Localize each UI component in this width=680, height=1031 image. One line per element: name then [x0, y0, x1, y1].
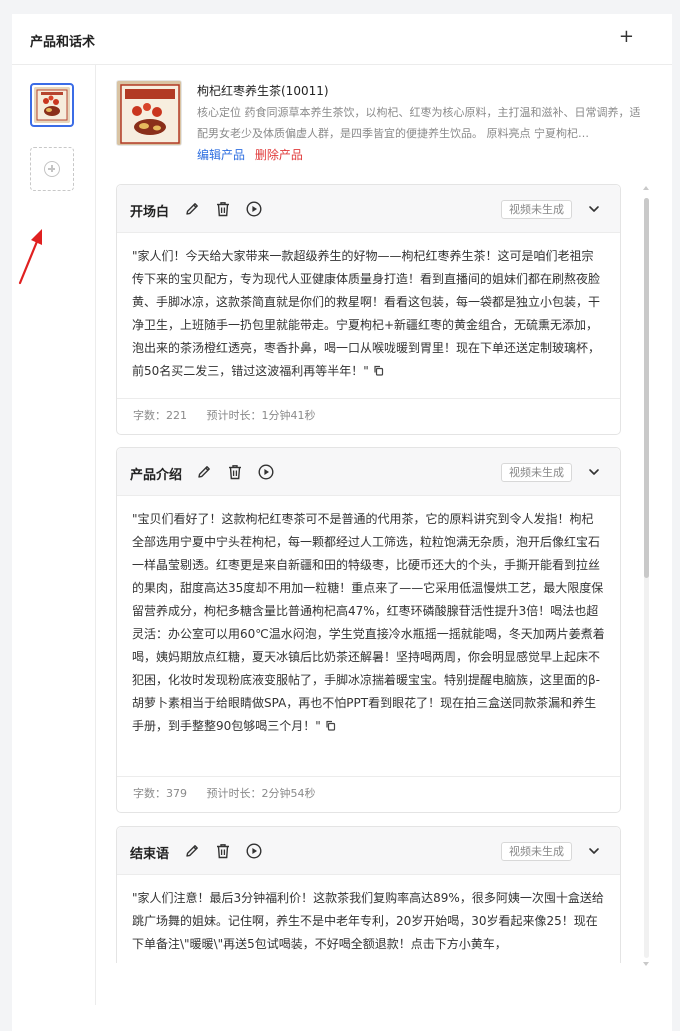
estimated-duration: 预计时长：1分钟41秒	[206, 409, 316, 422]
video-status-badge: 视频未生成	[501, 463, 572, 482]
product-actions: 编辑产品 删除产品	[197, 146, 303, 163]
delete-trash-icon[interactable]	[214, 200, 232, 218]
panel-title: 产品和话术	[30, 35, 96, 50]
estimated-duration: 预计时长：2分钟54秒	[206, 787, 316, 800]
play-circle-icon[interactable]	[245, 200, 263, 218]
play-circle-icon[interactable]	[257, 463, 275, 481]
script-text-block: "宝贝们看好了！这款枸杞红枣茶可不是普通的代用茶，它的原料讲究到令人发指！枸杞全…	[117, 496, 620, 777]
copy-icon[interactable]	[373, 365, 384, 376]
scroll-up-icon[interactable]	[643, 186, 649, 190]
product-thumbnail-column	[12, 65, 96, 1005]
edit-product-link[interactable]: 编辑产品	[197, 148, 245, 162]
card-header: 开场白 视频未生成	[117, 185, 620, 233]
plus-circle-icon	[44, 161, 60, 177]
script-card-opening: 开场白 视频未生成 "家人们！今天给大家带来一款超级养生的好物——枸杞红枣养生茶…	[116, 184, 621, 435]
scroll-thumb[interactable]	[644, 198, 649, 578]
card-title: 结束语	[130, 847, 170, 862]
add-icon[interactable]: +	[619, 27, 634, 47]
edit-pencil-icon[interactable]	[195, 463, 213, 481]
card-footer: 字数：221 预计时长：1分钟41秒	[117, 399, 620, 432]
card-footer: 字数：379 预计时长：2分钟54秒	[117, 777, 620, 810]
product-script-panel: 产品和话术 + 枸杞红枣养生茶(10011) 核心定位 药食同源草本养生茶饮，以…	[12, 14, 672, 1031]
card-actions	[183, 200, 263, 218]
card-title: 产品介绍	[130, 468, 183, 483]
script-text: "家人们注意！最后3分钟福利价！这款茶我们复购率高达89%，很多阿姨一次囤十盒送…	[132, 891, 604, 951]
chevron-down-icon[interactable]	[588, 203, 600, 215]
card-actions	[195, 463, 275, 481]
card-title: 开场白	[130, 205, 170, 220]
card-actions	[183, 842, 263, 860]
script-text-block: "家人们注意！最后3分钟福利价！这款茶我们复购率高达89%，很多阿姨一次囤十盒送…	[117, 875, 620, 963]
product-description: 核心定位 药食同源草本养生茶饮，以枸杞、红枣为核心原料，主打温和滋补、日常调养，…	[197, 106, 641, 140]
chevron-down-icon[interactable]	[588, 466, 600, 478]
edit-pencil-icon[interactable]	[183, 200, 201, 218]
script-card-product-intro: 产品介绍 视频未生成 "宝贝们看好了！这款枸杞红枣茶可不是普通的代用茶，它的原料…	[116, 447, 621, 813]
script-card-closing: 结束语 视频未生成 "家人们注意！最后3分钟福利价！这款茶我们复购率高达89%，…	[116, 826, 621, 963]
edit-pencil-icon[interactable]	[183, 842, 201, 860]
product-thumbnail-image	[34, 87, 70, 123]
card-header: 结束语 视频未生成	[117, 827, 620, 875]
script-text-block: "家人们！今天给大家带来一款超级养生的好物——枸杞红枣养生茶！这可是咱们老祖宗传…	[117, 233, 620, 399]
product-thumbnail-selected[interactable]	[30, 83, 74, 127]
product-name: 枸杞红枣养生茶(10011)	[197, 84, 329, 98]
delete-trash-icon[interactable]	[214, 842, 232, 860]
word-count: 字数：221	[133, 409, 187, 422]
delete-trash-icon[interactable]	[226, 463, 244, 481]
delete-product-link[interactable]: 删除产品	[255, 148, 303, 162]
script-text: "宝贝们看好了！这款枸杞红枣茶可不是普通的代用茶，它的原料讲究到令人发指！枸杞全…	[132, 512, 605, 733]
word-count: 字数：379	[133, 787, 187, 800]
copy-icon[interactable]	[325, 720, 336, 731]
add-product-button[interactable]	[30, 147, 74, 191]
panel-header: 产品和话术 +	[12, 14, 672, 65]
annotation-arrow-icon	[18, 229, 42, 285]
chevron-down-icon[interactable]	[588, 845, 600, 857]
scroll-down-icon[interactable]	[643, 962, 649, 966]
play-circle-icon[interactable]	[245, 842, 263, 860]
card-header: 产品介绍 视频未生成	[117, 448, 620, 496]
video-status-badge: 视频未生成	[501, 200, 572, 219]
script-text: "家人们！今天给大家带来一款超级养生的好物——枸杞红枣养生茶！这可是咱们老祖宗传…	[132, 249, 601, 378]
video-status-badge: 视频未生成	[501, 842, 572, 861]
product-image	[116, 80, 182, 146]
vertical-scrollbar[interactable]	[642, 186, 650, 966]
